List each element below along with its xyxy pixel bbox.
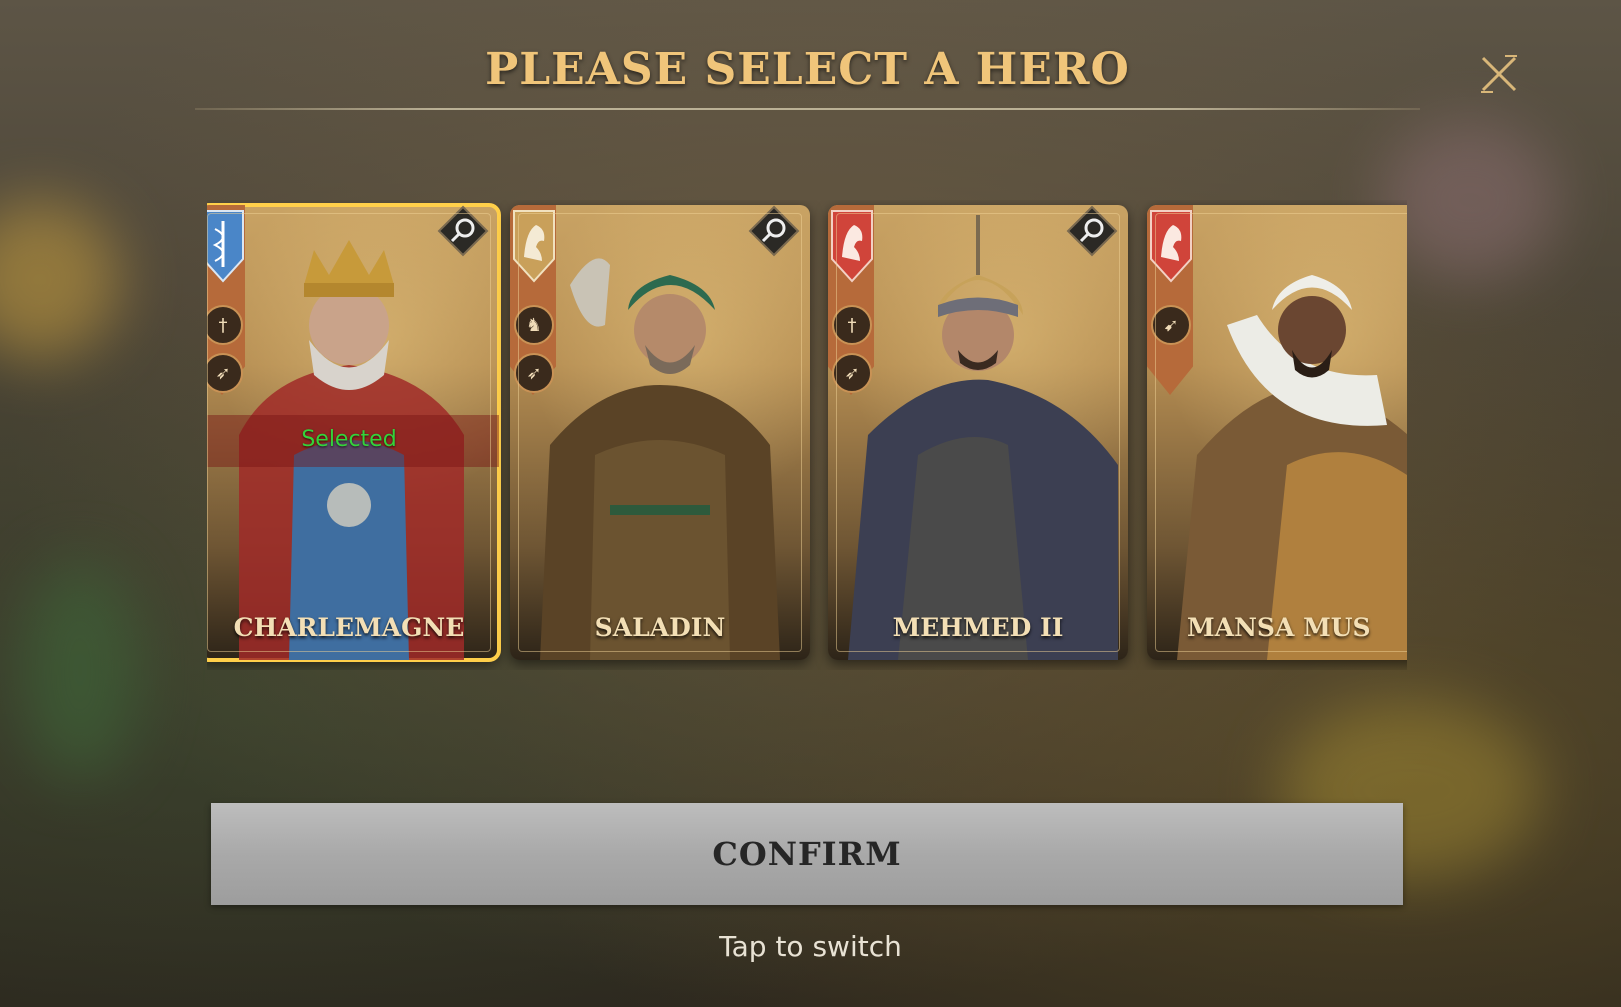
sword-icon: † [832, 305, 872, 345]
magnifier-icon [437, 205, 489, 257]
close-button[interactable] [1475, 50, 1523, 98]
lion-icon [1150, 210, 1192, 283]
dialog-header: PLEASE SELECT A HERO [195, 40, 1420, 112]
confirm-button[interactable]: CONFIRM [211, 803, 1403, 905]
confirm-label: CONFIRM [712, 835, 902, 873]
hero-card-saladin[interactable]: ♞ ➶ SALADIN [510, 205, 810, 660]
zoom-button[interactable] [748, 205, 800, 257]
hero-card-mansa-musa[interactable]: ➹ MANSA MUS [1147, 205, 1407, 660]
background-blur [20, 560, 140, 780]
hero-name: MANSA MUS [1187, 613, 1371, 642]
selected-label: Selected [301, 427, 397, 452]
hero-name: MEHMED II [892, 613, 1064, 642]
lion-icon [831, 210, 873, 283]
bow-icon: ➶ [514, 353, 554, 393]
close-icon [1481, 55, 1517, 93]
lion-icon [513, 210, 555, 283]
hero-carousel[interactable]: † ➶ Selected CHARLEMAGNE ♞ ➶ SALADIN † ➶… [207, 200, 1407, 670]
magnifier-icon [1066, 205, 1118, 257]
serpent-staff-icon [207, 210, 244, 283]
switch-hint: Tap to switch [719, 930, 902, 963]
zoom-button[interactable] [1066, 205, 1118, 257]
hero-name: CHARLEMAGNE [233, 613, 465, 642]
background-blur [1380, 120, 1560, 280]
zoom-button[interactable] [437, 205, 489, 257]
background-blur [0, 200, 120, 360]
magnifier-icon [748, 205, 800, 257]
title-divider [195, 108, 1420, 110]
hero-card-mehmed-ii[interactable]: † ➶ MEHMED II [828, 205, 1128, 660]
hero-name: SALADIN [594, 613, 726, 642]
horse-icon: ♞ [514, 305, 554, 345]
spear-icon: ➹ [1151, 305, 1191, 345]
dialog-title: PLEASE SELECT A HERO [485, 44, 1130, 95]
bow-icon: ➶ [832, 353, 872, 393]
hero-card-charlemagne[interactable]: † ➶ Selected CHARLEMAGNE [207, 203, 501, 662]
